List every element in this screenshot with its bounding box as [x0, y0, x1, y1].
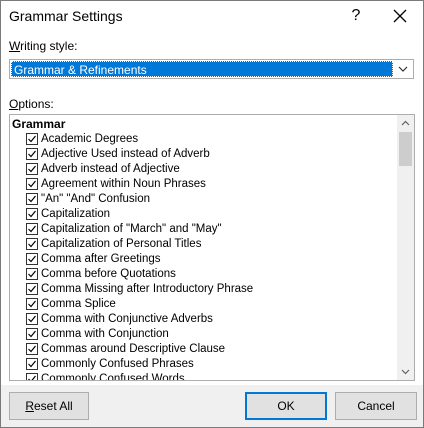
checkbox[interactable] — [26, 148, 38, 160]
checkmark-icon — [28, 150, 36, 158]
option-label: Capitalization of Personal Titles — [41, 238, 202, 250]
chevron-down-icon — [401, 369, 410, 375]
checkmark-icon — [28, 240, 36, 248]
checkbox[interactable] — [26, 193, 38, 205]
chevron-up-icon — [401, 120, 410, 126]
checkmark-icon — [28, 180, 36, 188]
option-label: Comma after Greetings — [41, 253, 161, 265]
options-label: Options: — [9, 97, 54, 111]
checkbox[interactable] — [26, 163, 38, 175]
checkmark-icon — [28, 165, 36, 173]
group-header-grammar: Grammar — [12, 117, 66, 131]
checkmark-icon — [28, 345, 36, 353]
checkbox[interactable] — [26, 328, 38, 340]
options-accesskey: O — [9, 97, 19, 111]
reset-accesskey: R — [25, 399, 34, 413]
option-label: Commas around Descriptive Clause — [41, 343, 226, 355]
close-button[interactable] — [388, 4, 412, 28]
option-label: Academic Degrees — [41, 133, 139, 145]
options-label-text: ptions: — [18, 97, 54, 111]
checkbox[interactable] — [26, 298, 38, 310]
writing-style-select[interactable]: Grammar & Refinements — [9, 59, 414, 79]
option-label: Comma Splice — [41, 298, 116, 310]
checkmark-icon — [28, 300, 36, 308]
grammar-settings-dialog: Grammar Settings ? Writing style: Gramma… — [0, 0, 424, 428]
checkmark-icon — [28, 195, 36, 203]
option-label: Adjective Used instead of Adverb — [41, 148, 210, 160]
checkmark-icon — [28, 135, 36, 143]
option-label: Capitalization — [41, 208, 111, 220]
checkmark-icon — [28, 360, 36, 368]
writing-style-label-text: riting style: — [20, 39, 78, 53]
checkbox[interactable] — [26, 343, 38, 355]
reset-all-button[interactable]: Reset All — [9, 392, 89, 420]
option-label: Comma with Conjunctive Adverbs — [41, 313, 213, 325]
reset-label: eset All — [33, 399, 73, 413]
checkbox[interactable] — [26, 133, 38, 145]
options-list-content: Grammar Academic Degrees Adjective Used i… — [10, 115, 397, 380]
checkbox[interactable] — [26, 358, 38, 370]
writing-style-accesskey: W — [9, 39, 21, 53]
checkmark-icon — [28, 315, 36, 323]
dialog-title: Grammar Settings — [9, 8, 123, 24]
checkbox[interactable] — [26, 223, 38, 235]
option-label: "An" "And" Confusion — [41, 193, 151, 205]
checkmark-icon — [28, 330, 36, 338]
checkbox[interactable] — [26, 238, 38, 250]
option-label: Comma with Conjunction — [41, 328, 169, 340]
help-button[interactable]: ? — [345, 5, 367, 27]
writing-style-selected-value: Grammar & Refinements — [11, 61, 393, 77]
checkmark-icon — [28, 225, 36, 233]
checkbox[interactable] — [26, 178, 38, 190]
checkbox[interactable] — [26, 313, 38, 325]
option-label: Commonly Confused Words — [41, 373, 185, 380]
checkbox[interactable] — [26, 373, 38, 380]
option-label: Comma Missing after Introductory Phrase — [41, 283, 254, 295]
checkbox[interactable] — [26, 208, 38, 220]
close-icon — [393, 9, 407, 23]
option-label: Adverb instead of Adjective — [41, 163, 180, 175]
vertical-scrollbar[interactable] — [397, 115, 414, 380]
checkbox[interactable] — [26, 253, 38, 265]
checkmark-icon — [28, 210, 36, 218]
option-label: Agreement within Noun Phrases — [41, 178, 206, 190]
cancel-button[interactable]: Cancel — [335, 392, 417, 420]
option-label: Comma before Quotations — [41, 268, 176, 280]
options-list[interactable]: Grammar Academic Degrees Adjective Used i… — [9, 114, 415, 381]
checkmark-icon — [28, 270, 36, 278]
ok-button[interactable]: OK — [245, 392, 327, 420]
checkbox[interactable] — [26, 268, 38, 280]
dropdown-button[interactable] — [393, 60, 413, 78]
option-label: Capitalization of "March" and "May" — [41, 223, 222, 235]
chevron-down-icon — [398, 66, 408, 72]
checkmark-icon — [28, 285, 36, 293]
option-label: Commonly Confused Phrases — [41, 358, 194, 370]
scroll-up-button[interactable] — [397, 115, 414, 132]
scroll-down-button[interactable] — [397, 363, 414, 380]
scrollbar-thumb[interactable] — [399, 132, 412, 166]
checkmark-icon — [28, 375, 36, 380]
checkmark-icon — [28, 255, 36, 263]
checkbox[interactable] — [26, 283, 38, 295]
writing-style-label: Writing style: — [9, 39, 77, 53]
